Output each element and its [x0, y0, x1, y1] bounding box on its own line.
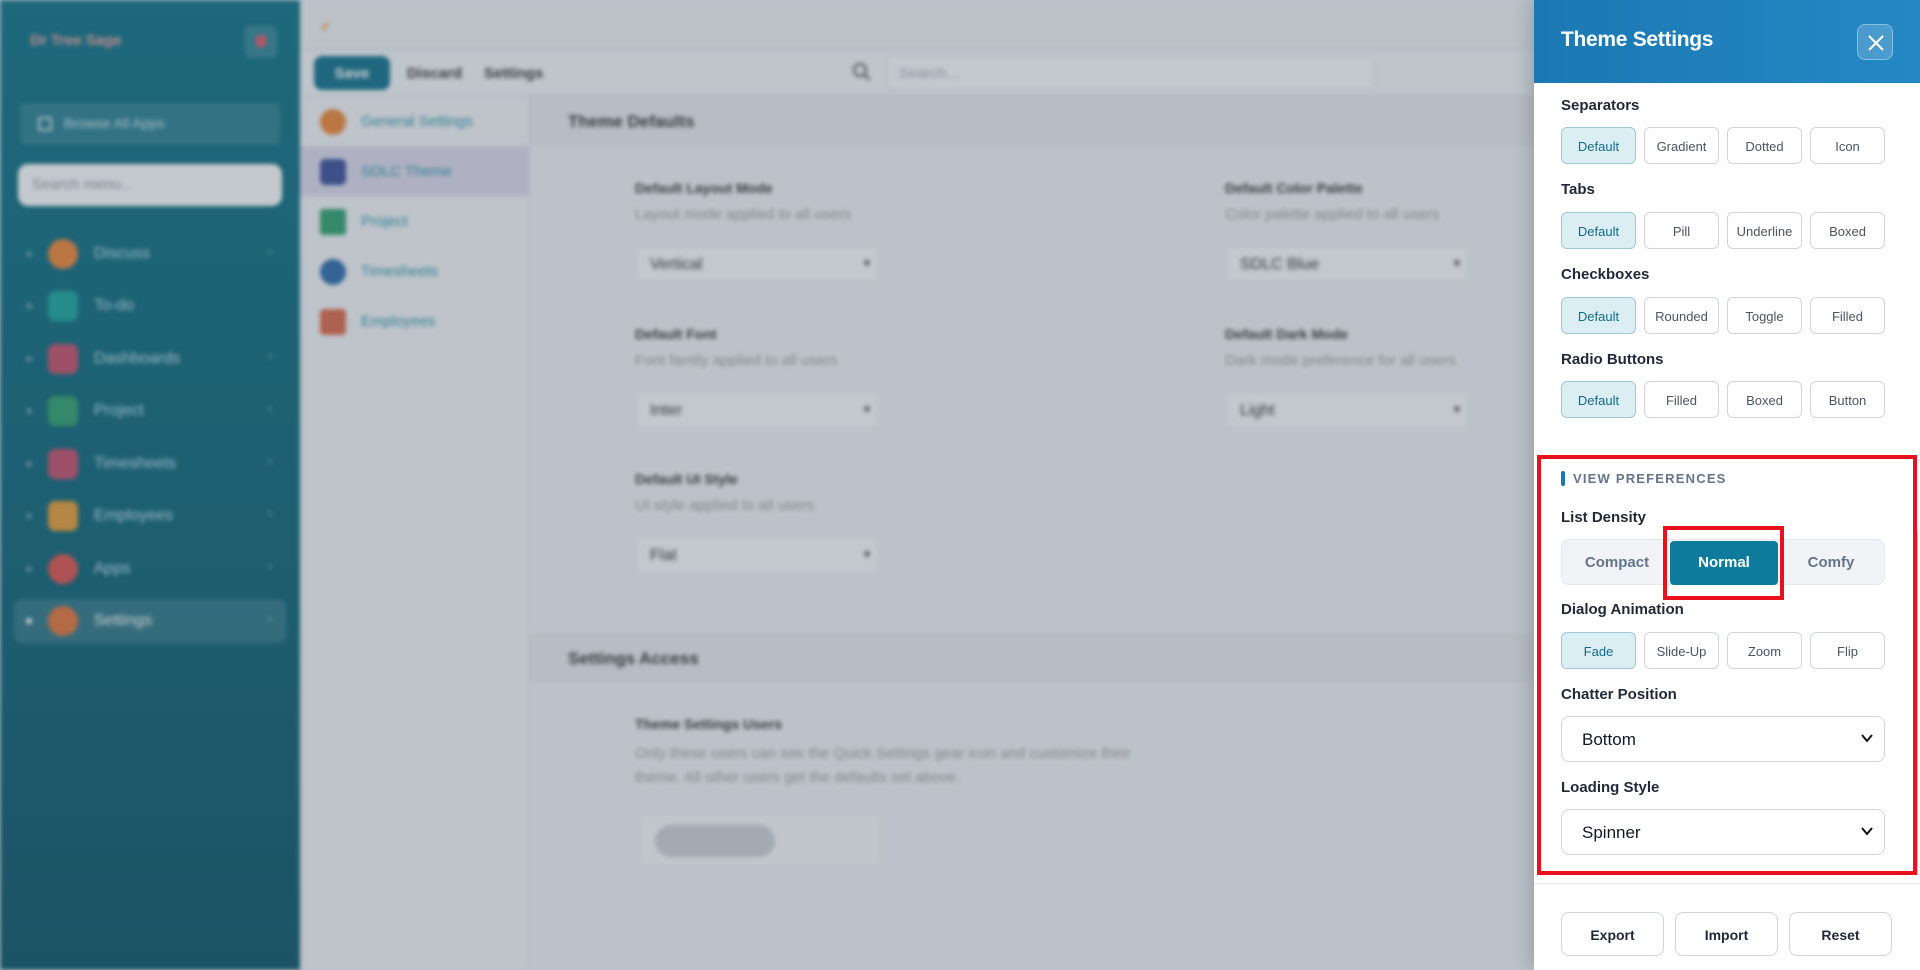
- tabs-option-boxed[interactable]: Boxed: [1810, 212, 1885, 249]
- radio-buttons-option-filled[interactable]: Filled: [1644, 381, 1719, 418]
- reset-button[interactable]: Reset: [1789, 912, 1892, 956]
- close-icon: [1868, 35, 1884, 51]
- separators-option-dotted[interactable]: Dotted: [1727, 127, 1802, 164]
- tabs-option-default[interactable]: Default: [1561, 212, 1636, 249]
- radio-buttons-label: Radio Buttons: [1561, 351, 1664, 368]
- separators-option-icon[interactable]: Icon: [1810, 127, 1885, 164]
- tabs-label: Tabs: [1561, 181, 1595, 198]
- separators-option-default[interactable]: Default: [1561, 127, 1636, 164]
- drawer-header: Theme Settings: [1534, 0, 1920, 83]
- checkboxes-option-filled[interactable]: Filled: [1810, 297, 1885, 334]
- export-button[interactable]: Export: [1561, 912, 1664, 956]
- close-button[interactable]: [1857, 24, 1893, 60]
- view-preferences-highlight: [1537, 455, 1917, 875]
- normal-option-highlight: [1663, 526, 1784, 600]
- theme-settings-drawer: Theme Settings Separators Default Gradie…: [1534, 0, 1920, 970]
- checkboxes-label: Checkboxes: [1561, 266, 1650, 283]
- radio-buttons-option-default[interactable]: Default: [1561, 381, 1636, 418]
- import-button[interactable]: Import: [1675, 912, 1778, 956]
- checkboxes-option-toggle[interactable]: Toggle: [1727, 297, 1802, 334]
- radio-buttons-option-boxed[interactable]: Boxed: [1727, 381, 1802, 418]
- modal-backdrop[interactable]: [0, 0, 1534, 970]
- checkboxes-option-rounded[interactable]: Rounded: [1644, 297, 1719, 334]
- drawer-footer: Export Import Reset: [1534, 883, 1920, 970]
- tabs-option-pill[interactable]: Pill: [1644, 212, 1719, 249]
- drawer-title: Theme Settings: [1561, 28, 1714, 51]
- tabs-option-underline[interactable]: Underline: [1727, 212, 1802, 249]
- separators-label: Separators: [1561, 97, 1640, 114]
- checkboxes-option-default[interactable]: Default: [1561, 297, 1636, 334]
- separators-option-gradient[interactable]: Gradient: [1644, 127, 1719, 164]
- radio-buttons-option-button[interactable]: Button: [1810, 381, 1885, 418]
